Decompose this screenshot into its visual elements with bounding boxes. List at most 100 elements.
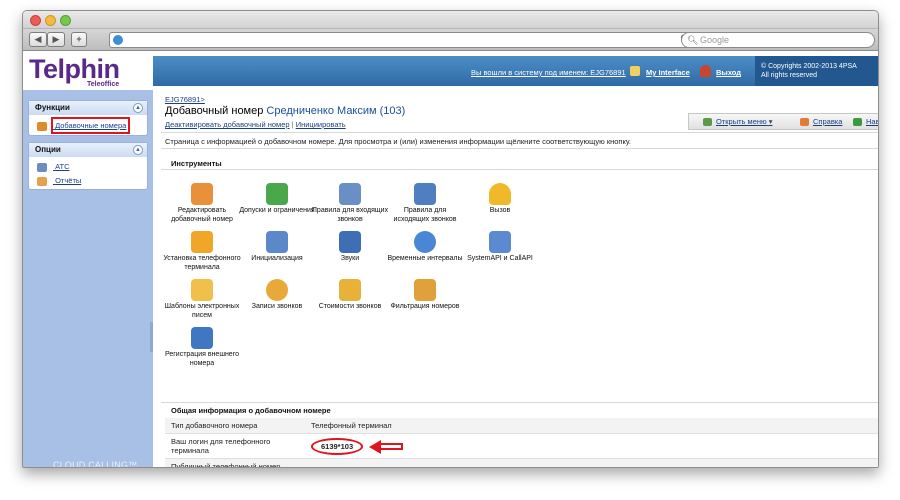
add-bookmark-button[interactable]: + xyxy=(71,32,87,47)
main-content: EJG76891> Добавочный номер Средниченко М… xyxy=(153,90,878,467)
help-button[interactable]: Справка xyxy=(800,114,842,129)
bell-icon xyxy=(489,183,511,205)
collapse-icon[interactable]: ▲ xyxy=(133,103,143,113)
tool-sounds[interactable]: Звуки xyxy=(311,231,389,264)
reports-icon xyxy=(37,176,47,186)
tool-call[interactable]: Вызов xyxy=(461,183,539,216)
functions-panel: Функции ▲ Добавочные номера xyxy=(28,100,148,136)
tool-edit-extension[interactable]: Редактировать добавочный номер xyxy=(163,183,241,224)
divider xyxy=(161,132,878,133)
help-label: Справка xyxy=(813,117,843,126)
tool-external-registration[interactable]: Регистрация внешнего номера xyxy=(163,327,241,368)
extension-icon xyxy=(37,121,47,131)
info-text: Страница с информацией о добавочном номе… xyxy=(165,137,631,146)
tool-number-filter[interactable]: Фильтрация номеров xyxy=(386,279,464,312)
help-icon xyxy=(800,118,809,127)
copyright-box: © Copyrights 2002-2013 4PSA All rights r… xyxy=(755,56,878,86)
open-menu-button[interactable]: Открыть меню ▾ xyxy=(703,114,773,129)
copyright-line-2: All rights reserved xyxy=(761,72,818,79)
link-separator: | xyxy=(291,120,294,129)
back-button[interactable]: ◀ xyxy=(29,32,47,47)
tool-time-intervals[interactable]: Временные интервалы xyxy=(386,231,464,264)
globe-icon xyxy=(113,35,123,45)
table-row: Тип добавочного номера Телефонный термина… xyxy=(165,418,878,434)
tool-label: Редактировать добавочный номер xyxy=(171,207,233,223)
tools-section-title: Инструменты xyxy=(171,159,222,168)
logout-link[interactable]: Выход xyxy=(716,68,741,77)
sidebar-item-label: Добавочные номера xyxy=(51,117,131,134)
tool-label: Фильтрация номеров xyxy=(390,303,460,310)
sidebar-item-extensions[interactable]: Добавочные номера xyxy=(29,117,147,134)
logout-icon xyxy=(700,65,711,77)
tool-label: SystemAPI и CallAPI xyxy=(467,255,533,262)
tool-label: Установка телефонного терминала xyxy=(163,255,241,271)
search-field[interactable]: 🔍︎ Google xyxy=(681,32,875,48)
page-title: Добавочный номер Средниченко Максим (103… xyxy=(165,105,405,117)
interface-icon xyxy=(630,66,640,76)
search-icon: 🔍︎ xyxy=(687,35,699,45)
sidebar-item-pbx[interactable]: АТС xyxy=(29,160,147,174)
page-title-name: Средниченко Максим (103) xyxy=(266,105,406,117)
functions-title: Функции xyxy=(35,103,70,112)
browser-window: ◀ ▶ + C 🔍︎ Google Telphin Teleoffice Вы … xyxy=(22,10,879,468)
arrow-left-icon xyxy=(369,439,382,454)
divider xyxy=(161,402,878,403)
tool-outgoing-rules[interactable]: Правила для исходящих звонков xyxy=(386,183,464,224)
copyright-line-1: © Copyrights 2002-2013 4PSA xyxy=(761,63,857,70)
initiate-link[interactable]: Инициировать xyxy=(296,120,346,129)
functions-header: Функции ▲ xyxy=(29,101,147,115)
edit-icon xyxy=(191,183,213,205)
phone-icon xyxy=(191,231,213,253)
close-window-button[interactable] xyxy=(30,15,41,26)
collapse-icon[interactable]: ▲ xyxy=(133,145,143,155)
login-info-link[interactable]: Вы вошли в систему под именем: EJG76891 xyxy=(471,68,626,77)
row-value-cell: 6139*103 xyxy=(305,433,878,459)
incoming-rules-icon xyxy=(339,183,361,205)
tool-call-recordings[interactable]: Записи звонков xyxy=(238,279,316,312)
tool-call-costs[interactable]: Стоимости звонков xyxy=(311,279,389,312)
cloud-calling-footer: CLOUD CALLING™ xyxy=(53,460,138,468)
sidebar-item-label: АТС xyxy=(55,162,70,171)
page-header: Telphin Teleoffice Вы вошли в систему по… xyxy=(23,52,878,89)
sidebar: Функции ▲ Добавочные номера Опции ▲ АТС xyxy=(23,90,153,468)
table-row: Ваш логин для телефонного терминала 6139*… xyxy=(165,433,878,459)
tool-incoming-rules[interactable]: Правила для входящих звонков xyxy=(311,183,389,224)
zoom-window-button[interactable] xyxy=(60,15,71,26)
general-info-title: Общая информация о добавочном номере xyxy=(171,406,331,415)
browser-toolbar: ◀ ▶ + C 🔍︎ Google xyxy=(23,29,878,51)
row-value: - xyxy=(305,458,878,467)
tool-permissions[interactable]: Допуски и ограничения xyxy=(238,183,316,216)
plus-icon: + xyxy=(76,34,82,44)
divider xyxy=(161,148,878,149)
navigation-button[interactable]: Наве xyxy=(853,114,878,129)
tool-label: Инициализация xyxy=(251,255,303,262)
options-header: Опции ▲ xyxy=(29,143,147,157)
navigation-label: Наве xyxy=(866,117,878,126)
options-title: Опции xyxy=(35,145,61,154)
tool-email-templates[interactable]: Шаблоны электронных писем xyxy=(163,279,241,320)
tool-label: Правила для исходящих звонков xyxy=(393,207,457,223)
tool-label: Записи звонков xyxy=(251,303,303,310)
options-panel: Опции ▲ АТС Отчёты xyxy=(28,142,148,190)
breadcrumb[interactable]: EJG76891> xyxy=(165,95,205,104)
back-arrow-icon: ◀ xyxy=(34,34,42,44)
divider xyxy=(161,169,878,170)
tool-phone-terminal[interactable]: Установка телефонного терминала xyxy=(163,231,241,272)
forward-button[interactable]: ▶ xyxy=(47,32,65,47)
deactivate-link[interactable]: Деактивировать добавочный номер xyxy=(165,120,290,129)
my-interface-link[interactable]: My Interface xyxy=(646,68,690,77)
forward-arrow-icon: ▶ xyxy=(52,34,60,44)
tool-label: Допуски и ограничения xyxy=(239,207,315,214)
sidebar-item-reports[interactable]: Отчёты xyxy=(29,174,147,188)
page-action-links: Деактивировать добавочный номер | Иниции… xyxy=(165,120,346,129)
filter-icon xyxy=(414,279,436,301)
minimize-window-button[interactable] xyxy=(45,15,56,26)
tool-initialization[interactable]: Инициализация xyxy=(238,231,316,264)
address-bar[interactable]: C xyxy=(109,32,694,48)
tool-system-api[interactable]: SystemAPI и CallAPI xyxy=(461,231,539,264)
tool-label: Вызов xyxy=(489,207,511,214)
logo-subtitle: Teleoffice xyxy=(87,81,120,88)
telphin-logo[interactable]: Telphin Teleoffice xyxy=(29,54,120,88)
tool-label: Регистрация внешнего номера xyxy=(164,351,239,367)
menu-icon xyxy=(703,118,712,127)
